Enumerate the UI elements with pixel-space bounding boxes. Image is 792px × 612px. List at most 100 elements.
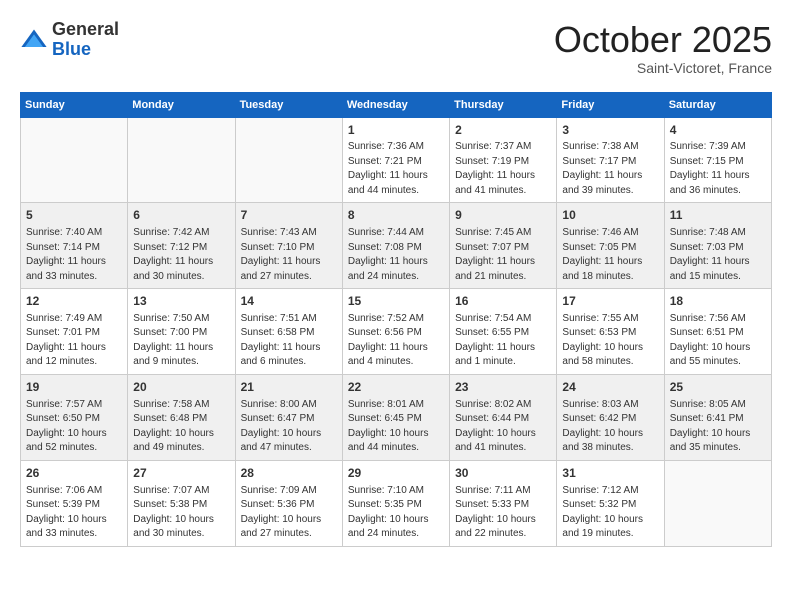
day-number: 18 — [670, 293, 766, 310]
calendar-cell: 29 Sunrise: 7:10 AMSunset: 5:35 PMDayligh… — [342, 460, 449, 546]
day-number: 28 — [241, 465, 337, 482]
day-info: Sunrise: 7:09 AMSunset: 5:36 PMDaylight:… — [241, 484, 337, 542]
day-info: Sunrise: 7:46 AMSunset: 7:05 PMDaylight:… — [562, 226, 658, 284]
day-number: 22 — [348, 379, 444, 396]
day-info: Sunrise: 8:01 AMSunset: 6:45 PMDaylight:… — [348, 398, 444, 456]
logo: General Blue — [20, 20, 119, 60]
day-number: 8 — [348, 207, 444, 224]
day-number: 24 — [562, 379, 658, 396]
logo-blue-text: Blue — [52, 40, 119, 60]
day-header-tuesday: Tuesday — [235, 92, 342, 117]
calendar-cell: 26 Sunrise: 7:06 AMSunset: 5:39 PMDayligh… — [21, 460, 128, 546]
day-info: Sunrise: 7:58 AMSunset: 6:48 PMDaylight:… — [133, 398, 229, 456]
calendar-cell: 24 Sunrise: 8:03 AMSunset: 6:42 PMDayligh… — [557, 374, 664, 460]
day-info: Sunrise: 7:38 AMSunset: 7:17 PMDaylight:… — [562, 140, 658, 198]
calendar-cell: 9Sunrise: 7:45 AMSunset: 7:07 PMDaylight… — [450, 203, 557, 289]
calendar-week-5: 26 Sunrise: 7:06 AMSunset: 5:39 PMDayligh… — [21, 460, 772, 546]
day-number: 14 — [241, 293, 337, 310]
day-info: Sunrise: 7:10 AMSunset: 5:35 PMDaylight:… — [348, 484, 444, 542]
calendar-cell — [21, 117, 128, 203]
day-number: 7 — [241, 207, 337, 224]
day-number: 11 — [670, 207, 766, 224]
calendar-cell: 11 Sunrise: 7:48 AMSunset: 7:03 PMDayligh… — [664, 203, 771, 289]
day-info: Sunrise: 7:45 AMSunset: 7:07 PMDaylight:… — [455, 226, 551, 284]
calendar-cell — [128, 117, 235, 203]
calendar-cell — [664, 460, 771, 546]
day-info: Sunrise: 7:37 AMSunset: 7:19 PMDaylight:… — [455, 140, 551, 198]
day-info: Sunrise: 8:00 AMSunset: 6:47 PMDaylight:… — [241, 398, 337, 456]
calendar-cell: 28 Sunrise: 7:09 AMSunset: 5:36 PMDayligh… — [235, 460, 342, 546]
calendar-cell: 1Sunrise: 7:36 AMSunset: 7:21 PMDaylight… — [342, 117, 449, 203]
calendar-cell: 13 Sunrise: 7:50 AMSunset: 7:00 PMDayligh… — [128, 289, 235, 375]
calendar-cell: 5Sunrise: 7:40 AMSunset: 7:14 PMDaylight… — [21, 203, 128, 289]
day-info: Sunrise: 7:06 AMSunset: 5:39 PMDaylight:… — [26, 484, 122, 542]
day-info: Sunrise: 7:55 AMSunset: 6:53 PMDaylight:… — [562, 312, 658, 370]
calendar-week-4: 19Sunrise: 7:57 AMSunset: 6:50 PMDayligh… — [21, 374, 772, 460]
day-info: Sunrise: 7:52 AMSunset: 6:56 PMDaylight:… — [348, 312, 444, 370]
day-number: 12 — [26, 293, 122, 310]
calendar-table: SundayMondayTuesdayWednesdayThursdayFrid… — [20, 92, 772, 547]
logo-text: General Blue — [52, 20, 119, 60]
day-number: 4 — [670, 122, 766, 139]
day-header-friday: Friday — [557, 92, 664, 117]
calendar-cell: 27Sunrise: 7:07 AMSunset: 5:38 PMDayligh… — [128, 460, 235, 546]
day-info: Sunrise: 7:50 AMSunset: 7:00 PMDaylight:… — [133, 312, 229, 370]
day-number: 2 — [455, 122, 551, 139]
day-number: 26 — [26, 465, 122, 482]
calendar-cell: 6Sunrise: 7:42 AMSunset: 7:12 PMDaylight… — [128, 203, 235, 289]
calendar-header-row: SundayMondayTuesdayWednesdayThursdayFrid… — [21, 92, 772, 117]
day-info: Sunrise: 8:02 AMSunset: 6:44 PMDaylight:… — [455, 398, 551, 456]
day-info: Sunrise: 8:05 AMSunset: 6:41 PMDaylight:… — [670, 398, 766, 456]
calendar-cell: 22 Sunrise: 8:01 AMSunset: 6:45 PMDayligh… — [342, 374, 449, 460]
day-number: 23 — [455, 379, 551, 396]
day-info: Sunrise: 7:56 AMSunset: 6:51 PMDaylight:… — [670, 312, 766, 370]
calendar-cell: 8 Sunrise: 7:44 AMSunset: 7:08 PMDaylight… — [342, 203, 449, 289]
day-header-monday: Monday — [128, 92, 235, 117]
day-header-wednesday: Wednesday — [342, 92, 449, 117]
day-info: Sunrise: 7:57 AMSunset: 6:50 PMDaylight:… — [26, 398, 122, 456]
calendar-cell: 21 Sunrise: 8:00 AMSunset: 6:47 PMDayligh… — [235, 374, 342, 460]
location: Saint-Victoret, France — [554, 60, 772, 76]
day-info: Sunrise: 7:42 AMSunset: 7:12 PMDaylight:… — [133, 226, 229, 284]
calendar-week-2: 5Sunrise: 7:40 AMSunset: 7:14 PMDaylight… — [21, 203, 772, 289]
day-info: Sunrise: 7:54 AMSunset: 6:55 PMDaylight:… — [455, 312, 551, 370]
day-number: 10 — [562, 207, 658, 224]
calendar-cell: 23 Sunrise: 8:02 AMSunset: 6:44 PMDayligh… — [450, 374, 557, 460]
calendar-cell: 7 Sunrise: 7:43 AMSunset: 7:10 PMDaylight… — [235, 203, 342, 289]
day-info: Sunrise: 7:51 AMSunset: 6:58 PMDaylight:… — [241, 312, 337, 370]
calendar-cell: 18 Sunrise: 7:56 AMSunset: 6:51 PMDayligh… — [664, 289, 771, 375]
day-number: 21 — [241, 379, 337, 396]
day-info: Sunrise: 7:43 AMSunset: 7:10 PMDaylight:… — [241, 226, 337, 284]
calendar-week-3: 12 Sunrise: 7:49 AMSunset: 7:01 PMDayligh… — [21, 289, 772, 375]
calendar-cell: 2Sunrise: 7:37 AMSunset: 7:19 PMDaylight… — [450, 117, 557, 203]
day-number: 15 — [348, 293, 444, 310]
calendar-week-1: 1Sunrise: 7:36 AMSunset: 7:21 PMDaylight… — [21, 117, 772, 203]
calendar-cell: 25 Sunrise: 8:05 AMSunset: 6:41 PMDayligh… — [664, 374, 771, 460]
day-number: 25 — [670, 379, 766, 396]
day-info: Sunrise: 7:39 AMSunset: 7:15 PMDaylight:… — [670, 140, 766, 198]
day-number: 5 — [26, 207, 122, 224]
day-number: 13 — [133, 293, 229, 310]
page-header: General Blue October 2025 Saint-Victoret… — [20, 20, 772, 76]
calendar-cell: 30Sunrise: 7:11 AMSunset: 5:33 PMDayligh… — [450, 460, 557, 546]
day-info: Sunrise: 7:48 AMSunset: 7:03 PMDaylight:… — [670, 226, 766, 284]
day-number: 17 — [562, 293, 658, 310]
calendar-cell: 31 Sunrise: 7:12 AMSunset: 5:32 PMDayligh… — [557, 460, 664, 546]
day-info: Sunrise: 7:36 AMSunset: 7:21 PMDaylight:… — [348, 140, 444, 198]
day-header-saturday: Saturday — [664, 92, 771, 117]
calendar-cell: 3Sunrise: 7:38 AMSunset: 7:17 PMDaylight… — [557, 117, 664, 203]
day-number: 1 — [348, 122, 444, 139]
day-info: Sunrise: 7:49 AMSunset: 7:01 PMDaylight:… — [26, 312, 122, 370]
calendar-cell: 17 Sunrise: 7:55 AMSunset: 6:53 PMDayligh… — [557, 289, 664, 375]
day-number: 31 — [562, 465, 658, 482]
day-info: Sunrise: 7:44 AMSunset: 7:08 PMDaylight:… — [348, 226, 444, 284]
day-header-sunday: Sunday — [21, 92, 128, 117]
month-title: October 2025 — [554, 20, 772, 60]
day-number: 29 — [348, 465, 444, 482]
day-number: 27 — [133, 465, 229, 482]
day-info: Sunrise: 7:12 AMSunset: 5:32 PMDaylight:… — [562, 484, 658, 542]
title-block: October 2025 Saint-Victoret, France — [554, 20, 772, 76]
calendar-cell: 10 Sunrise: 7:46 AMSunset: 7:05 PMDayligh… — [557, 203, 664, 289]
day-number: 20 — [133, 379, 229, 396]
day-info: Sunrise: 8:03 AMSunset: 6:42 PMDaylight:… — [562, 398, 658, 456]
